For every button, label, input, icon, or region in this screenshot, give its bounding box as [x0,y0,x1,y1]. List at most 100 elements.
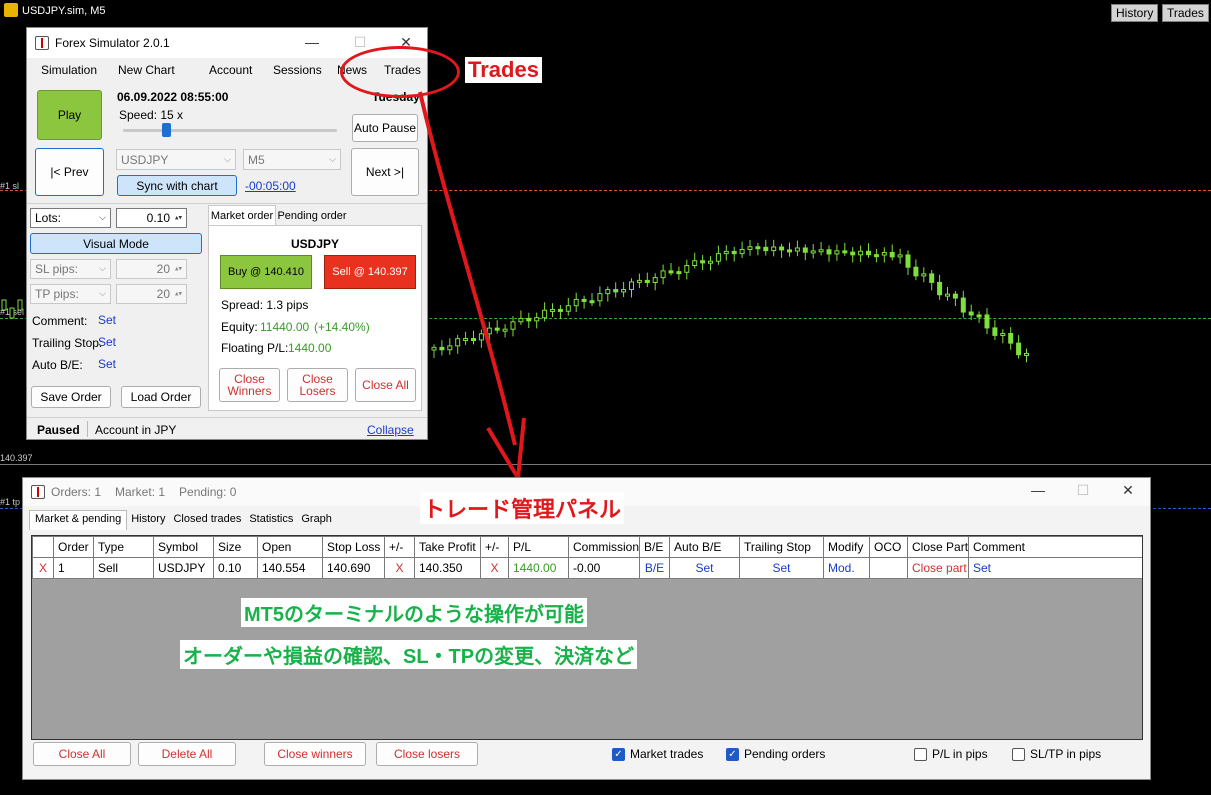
close-winners-orders-button[interactable]: Close winners [264,742,366,766]
sl-pips-select[interactable]: SL pips: ⌵ [30,259,111,279]
col-header-modify[interactable]: Modify [823,536,870,558]
col-header-sl-remove[interactable]: +/- [384,536,415,558]
candle-body [905,254,911,268]
col-header-stop-loss[interactable]: Stop Loss [322,536,385,558]
candle-body [937,281,943,296]
candle-body [629,281,634,290]
sell-button[interactable]: Sell @ 140.397 [324,255,416,289]
candle-body [802,247,808,253]
tp-pips-input[interactable]: 20 ▴▾ [116,284,187,304]
col-header-order[interactable]: Order [53,536,94,558]
lots-input[interactable]: 0.10 ▴▾ [116,208,187,228]
orders-header-row: Order Type Symbol Size Open Stop Loss +/- Take … [32,536,1142,558]
candle-body [573,298,579,307]
col-header-close[interactable] [32,536,54,558]
close-losers-button[interactable]: Close Losers [287,368,348,402]
load-order-button[interactable]: Load Order [121,386,201,408]
col-header-oco[interactable]: OCO [869,536,908,558]
pl-in-pips-checkbox[interactable]: P/L in pips [914,747,988,761]
sl-pips-input[interactable]: 20 ▴▾ [116,259,187,279]
candle-body [613,289,619,293]
cell-close-part[interactable]: Close part [907,557,969,579]
sl-pips-input-value: 20 [156,262,170,276]
menu-sessions[interactable]: Sessions [273,63,322,77]
tab-market-pending[interactable]: Market & pending [29,510,128,530]
close-winners-button[interactable]: Close Winners [219,368,280,402]
col-header-trailing-stop[interactable]: Trailing Stop [739,536,824,558]
prev-button[interactable]: |< Prev [35,148,104,196]
timeframe-select[interactable]: M5 ⌵ [243,149,341,170]
cell-symbol: USDJPY [153,557,214,579]
col-header-be[interactable]: B/E [639,536,670,558]
close-losers-orders-button[interactable]: Close losers [376,742,478,766]
candle-body [779,246,785,251]
buy-button[interactable]: Buy @ 140.410 [220,255,312,289]
spread-label: Spread: 1.3 pips [221,298,309,312]
cell-auto-be[interactable]: Set [669,557,740,579]
candle-body [850,251,856,256]
candle-body [471,338,476,342]
next-button[interactable]: Next >| [351,148,419,196]
comment-set-link[interactable]: Set [98,313,116,327]
market-trades-checkbox[interactable]: ✓ Market trades [612,747,703,761]
sync-with-chart-button[interactable]: Sync with chart [117,175,237,196]
tab-graph[interactable]: Graph [297,510,336,530]
cell-sl-remove[interactable]: X [384,557,415,579]
time-offset-link[interactable]: -00:05:00 [245,179,296,193]
tab-closed-trades[interactable]: Closed trades [169,510,245,530]
speed-slider[interactable] [123,123,337,137]
tab-statistics[interactable]: Statistics [245,510,297,530]
visual-mode-button[interactable]: Visual Mode [30,233,202,254]
save-order-button[interactable]: Save Order [31,386,111,408]
auto-pause-button[interactable]: Auto Pause [352,114,418,142]
speed-slider-thumb[interactable] [161,123,171,137]
cell-modify[interactable]: Mod. [823,557,870,579]
candle-body [644,279,650,283]
trades-annotation: Trades [465,57,542,83]
col-header-comment[interactable]: Comment [968,536,1142,558]
col-header-symbol[interactable]: Symbol [153,536,214,558]
col-header-auto-be[interactable]: Auto B/E [669,536,740,558]
pending-orders-checkbox[interactable]: ✓ Pending orders [726,747,825,761]
cell-trailing-stop[interactable]: Set [739,557,824,579]
col-header-size[interactable]: Size [213,536,258,558]
minimize-icon[interactable]: — [297,32,327,52]
candle-body [787,249,792,253]
minimize-icon[interactable]: — [1023,480,1053,500]
tab-market-order[interactable]: Market order [208,205,276,225]
tp-pips-select[interactable]: TP pips: ⌵ [30,284,111,304]
close-icon[interactable]: ✕ [1113,480,1143,500]
sltp-in-pips-checkbox[interactable]: SL/TP in pips [1012,747,1101,761]
trailing-set-link[interactable]: Set [98,335,116,349]
menu-simulation[interactable]: Simulation [41,63,97,77]
maximize-icon: ☐ [1076,482,1090,498]
col-header-type[interactable]: Type [93,536,154,558]
col-header-tp-remove[interactable]: +/- [480,536,509,558]
cell-open: 140.554 [257,557,323,579]
symbol-select[interactable]: USDJPY ⌵ [116,149,236,170]
spin-icon: ▴▾ [174,214,182,222]
lots-select[interactable]: Lots: ⌵ [30,208,111,228]
tab-history[interactable]: History [127,510,169,530]
col-header-open[interactable]: Open [257,536,323,558]
cell-tp-remove[interactable]: X [480,557,509,579]
col-header-close-part[interactable]: Close Part [907,536,969,558]
col-header-pl[interactable]: P/L [508,536,569,558]
candle-body [455,338,461,347]
menu-new-chart[interactable]: New Chart [118,63,175,77]
candle-body [684,265,690,273]
auto-be-set-link[interactable]: Set [98,357,116,371]
close-all-button[interactable]: Close All [355,368,416,402]
cell-be[interactable]: B/E [639,557,670,579]
candle-body [858,250,864,256]
delete-all-button[interactable]: Delete All [138,742,236,766]
play-button[interactable]: Play [37,90,102,140]
col-header-take-profit[interactable]: Take Profit [414,536,481,558]
cell-comment[interactable]: Set [968,557,1142,579]
menu-account[interactable]: Account [209,63,252,77]
tab-pending-order[interactable]: Pending order [276,207,348,225]
col-header-commission[interactable]: Commission [568,536,640,558]
cell-close[interactable]: X [32,557,54,579]
collapse-link[interactable]: Collapse [367,423,414,437]
close-all-orders-button[interactable]: Close All [33,742,131,766]
